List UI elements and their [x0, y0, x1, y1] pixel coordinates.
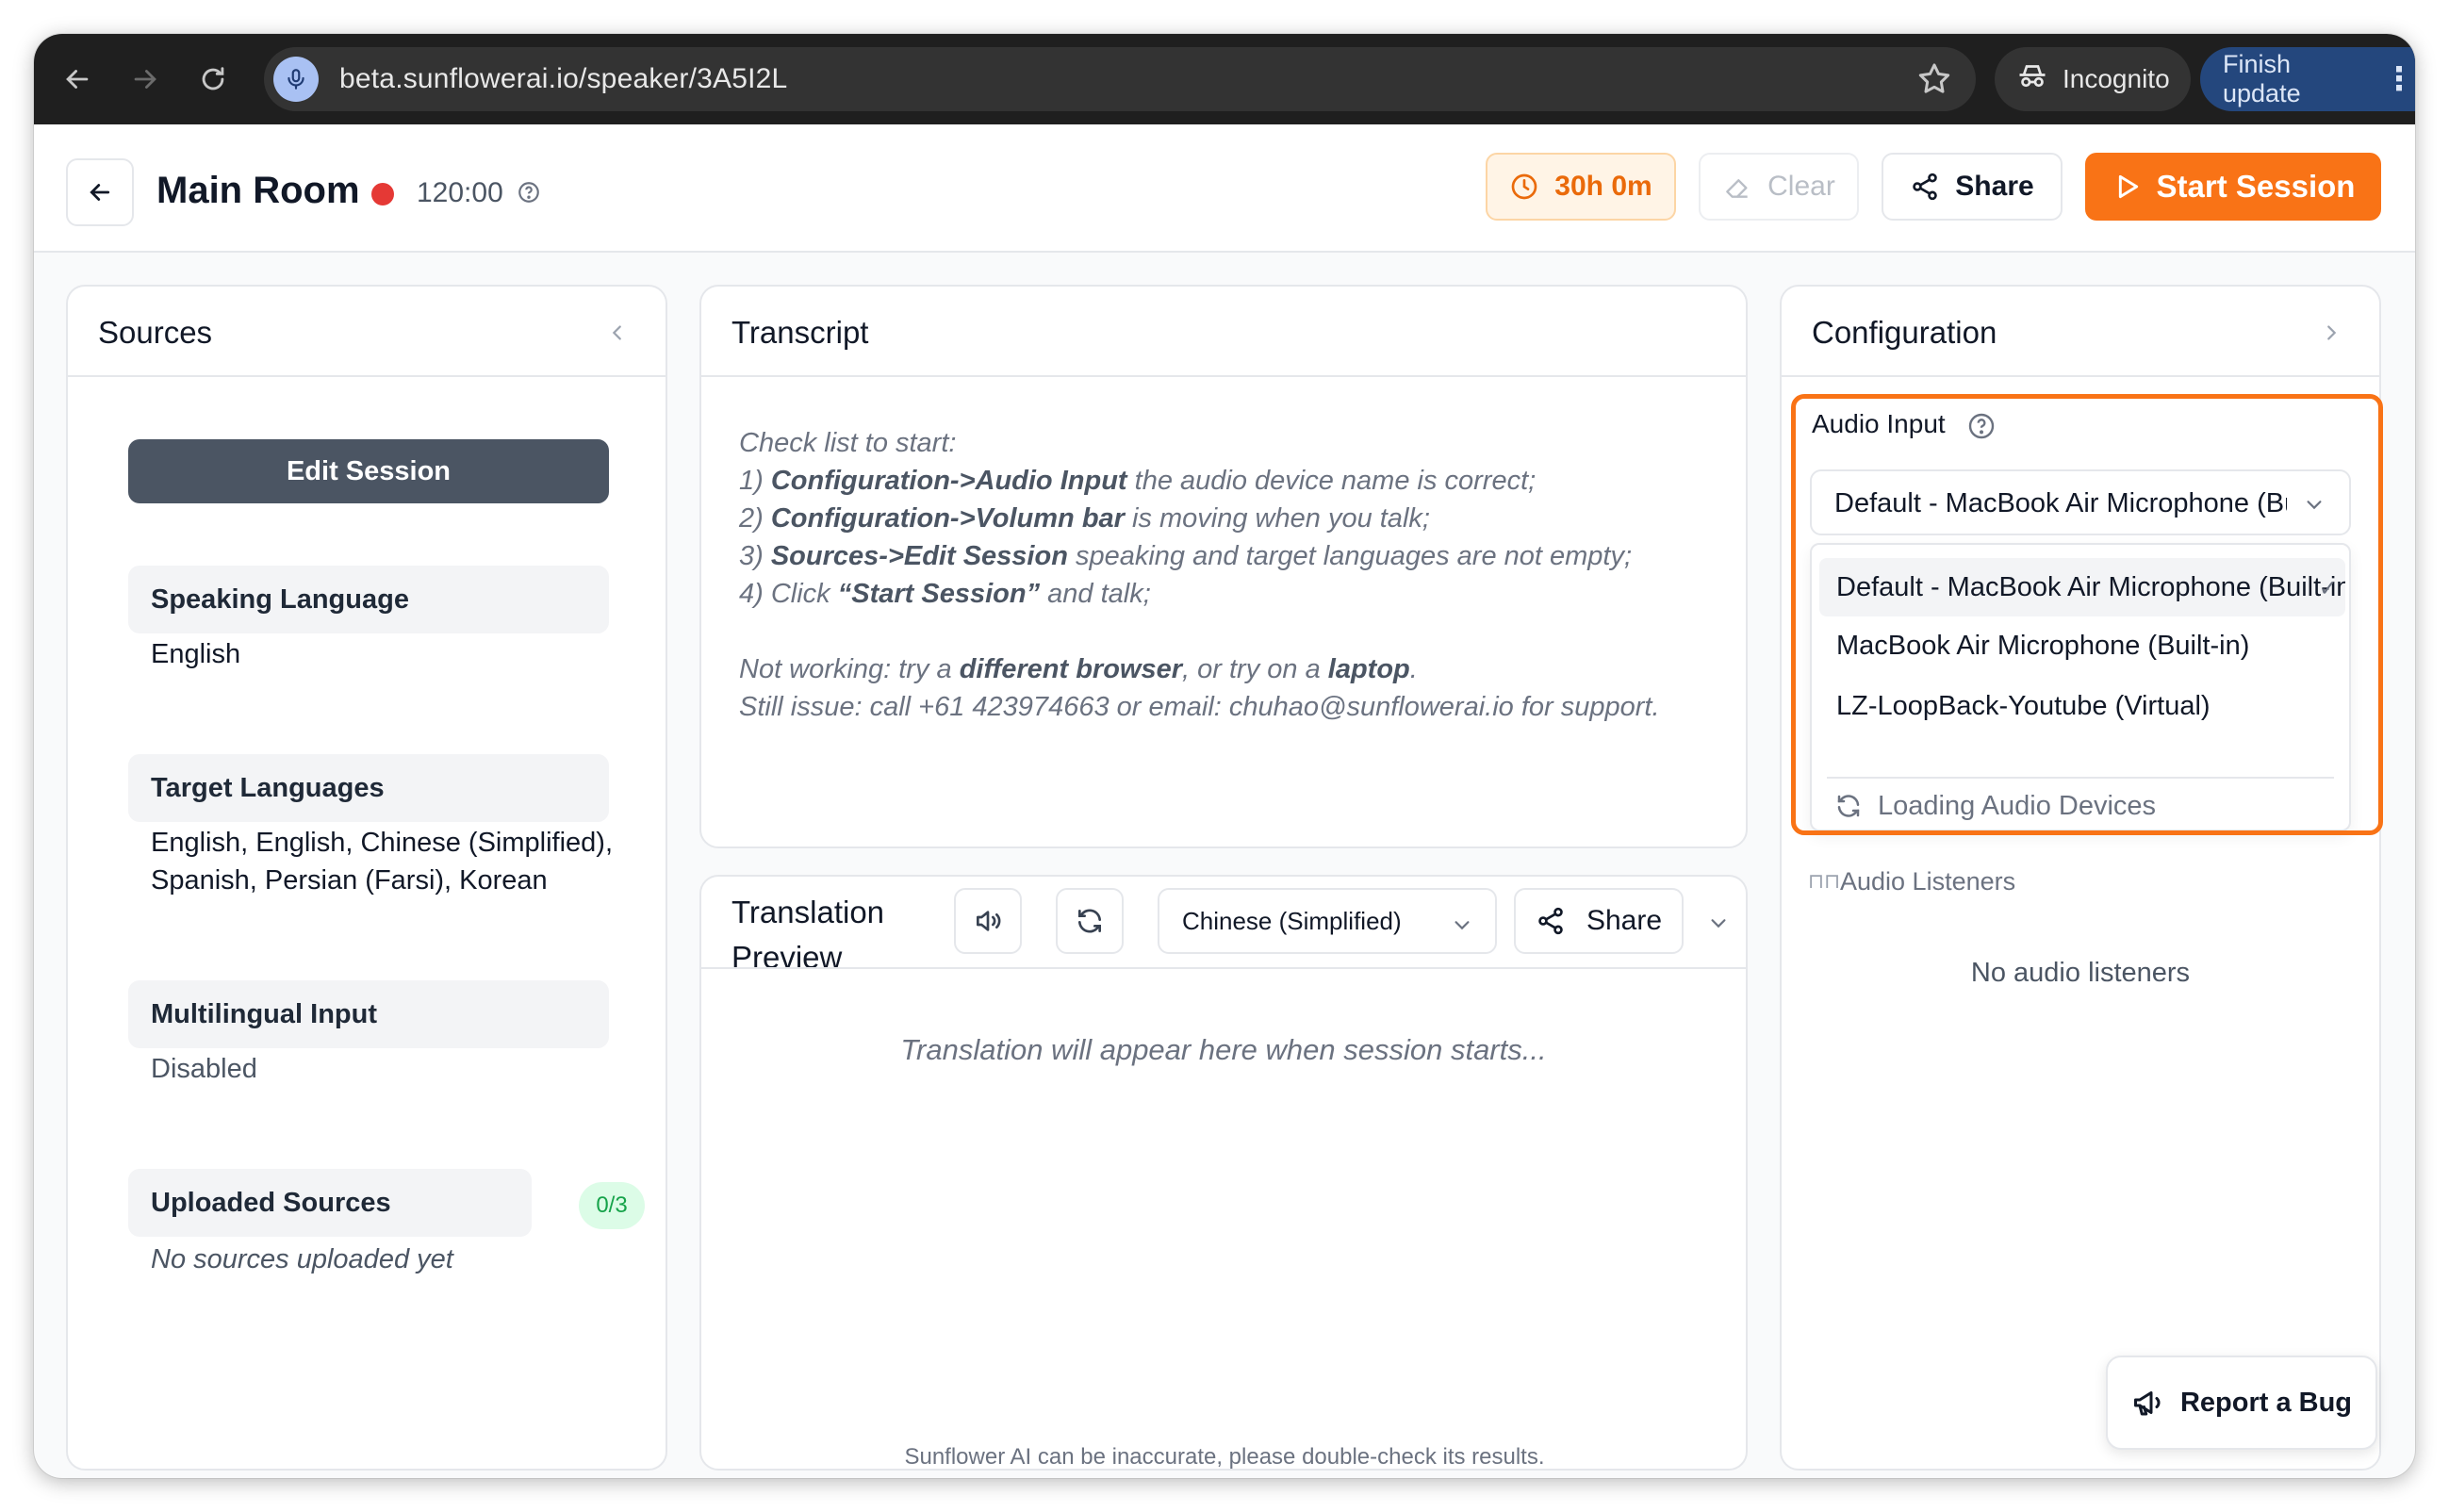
- audio-input-selected-value: Default - MacBook Air Microphone (Built-…: [1834, 488, 2287, 518]
- transcript-checklist: Check list to start: 1) Configuration->A…: [739, 424, 1660, 726]
- help-circle-icon[interactable]: [1966, 411, 1997, 441]
- address-bar[interactable]: beta.sunflowerai.io/speaker/3A5I2L: [264, 47, 1976, 111]
- help-line: Not working: try a different browser, or…: [739, 654, 1418, 684]
- chevron-down-icon: [2304, 494, 2325, 515]
- listeners-icon: ⊓⊓: [1808, 869, 1841, 893]
- uploaded-sources-heading: Uploaded Sources: [128, 1169, 532, 1237]
- sources-title: Sources: [98, 315, 213, 350]
- refresh-icon: [1078, 909, 1101, 933]
- audio-input-select[interactable]: Default - MacBook Air Microphone (Built-…: [1810, 469, 2351, 535]
- time-remaining-label: 30h 0m: [1554, 171, 1652, 202]
- share-button[interactable]: Share: [1882, 153, 2063, 221]
- translation-share-label: Share: [1586, 905, 1663, 936]
- speaker-toggle-button[interactable]: [954, 888, 1022, 954]
- refresh-button[interactable]: [1056, 888, 1124, 954]
- play-icon: [2118, 174, 2138, 199]
- sources-panel: Sources Edit Session Speaking Language E…: [66, 285, 667, 1471]
- loading-label: Loading Audio Devices: [1878, 790, 2157, 821]
- bookmark-star-icon[interactable]: [1915, 60, 1953, 98]
- report-bug-button[interactable]: Report a Bug: [2106, 1356, 2377, 1450]
- no-listeners-text: No audio listeners: [1970, 958, 2191, 988]
- speaking-language-value: English: [151, 639, 241, 669]
- checklist-step: 3) Sources->Edit Session speaking and ta…: [739, 541, 1633, 571]
- share-label: Share: [1955, 171, 2034, 202]
- finish-update-label: Finish update: [2223, 50, 2301, 107]
- clock-icon: [1511, 173, 1537, 200]
- arrow-left-icon: [90, 184, 110, 201]
- microphone-icon[interactable]: [273, 57, 319, 102]
- translation-placeholder: Translation will appear here when sessio…: [900, 1033, 1547, 1066]
- start-session-button[interactable]: Start Session: [2085, 153, 2381, 221]
- clear-button[interactable]: Clear: [1699, 153, 1859, 221]
- start-session-label: Start Session: [2156, 169, 2356, 204]
- translation-language-select[interactable]: Chinese (Simplified): [1158, 888, 1497, 954]
- check-icon: ✓: [2318, 576, 2338, 601]
- collapse-chevron-right-icon[interactable]: [2321, 322, 2342, 343]
- audio-input-label: Audio Input: [1812, 409, 1946, 438]
- finish-update-button[interactable]: Finish update ⋮: [2200, 47, 2415, 111]
- uploaded-empty-text: No sources uploaded yet: [151, 1244, 453, 1274]
- url-text[interactable]: beta.sunflowerai.io/speaker/3A5I2L: [339, 63, 787, 95]
- loading-spinner-icon: [1837, 795, 1860, 817]
- clear-label: Clear: [1767, 171, 1835, 202]
- app-header: Main Room 120:00 30h 0m Clear Share Star…: [34, 124, 2415, 253]
- target-languages-heading: Target Languages: [128, 754, 609, 822]
- forward-arrow-icon[interactable]: [123, 57, 168, 102]
- browser-window: beta.sunflowerai.io/speaker/3A5I2L Incog…: [34, 34, 2415, 1478]
- translation-language-value: Chinese (Simplified): [1182, 906, 1402, 935]
- audio-device-option[interactable]: MacBook Air Microphone (Built-in): [1819, 616, 2345, 675]
- target-languages-line: English, English, Chinese (Simplified),: [151, 828, 613, 858]
- transcript-panel: Transcript Check list to start: 1) Confi…: [699, 285, 1748, 848]
- back-button[interactable]: [66, 158, 134, 226]
- checklist-step: 2) Configuration->Volumn bar is moving w…: [739, 503, 1430, 534]
- incognito-label: Incognito: [2063, 64, 2170, 93]
- target-languages-line: Spanish, Persian (Farsi), Korean: [151, 865, 548, 896]
- checklist-step: 1) Configuration->Audio Input the audio …: [739, 466, 1537, 496]
- megaphone-icon: [2133, 1391, 2161, 1416]
- audio-device-option[interactable]: Default - MacBook Air Microphone (Built-…: [1819, 558, 2345, 616]
- eraser-icon: [1726, 179, 1748, 198]
- checklist-step: 4) Click “Start Session” and talk;: [739, 579, 1151, 609]
- speaker-icon: [977, 911, 1001, 931]
- multilingual-input-heading: Multilingual Input: [128, 980, 609, 1048]
- transcript-title: Transcript: [731, 315, 869, 350]
- loading-audio-devices: Loading Audio Devices: [1834, 786, 2156, 826]
- recording-status-dot: [371, 183, 394, 205]
- report-bug-label: Report a Bug: [2179, 1387, 2353, 1418]
- expand-chevron-down-icon[interactable]: [1708, 912, 1729, 933]
- incognito-indicator[interactable]: Incognito: [1995, 47, 2191, 111]
- page-title: Main Room: [156, 170, 360, 211]
- edit-session-button[interactable]: Edit Session: [128, 439, 609, 503]
- checklist-intro: Check list to start:: [739, 428, 957, 458]
- target-languages-value: English, English, Chinese (Simplified), …: [151, 824, 613, 899]
- back-arrow-icon[interactable]: [55, 57, 100, 102]
- sources-header: Sources: [68, 287, 666, 377]
- disclaimer-text: Sunflower AI can be inaccurate, please d…: [904, 1444, 1545, 1470]
- reload-icon[interactable]: [190, 57, 236, 102]
- audio-listeners-label: Audio Listeners: [1840, 867, 2016, 896]
- speaking-language-heading: Speaking Language: [128, 566, 609, 633]
- multilingual-input-value: Disabled: [151, 1054, 257, 1084]
- chevron-down-icon: [1452, 912, 1472, 933]
- audio-input-dropdown: Default - MacBook Air Microphone (Built-…: [1810, 543, 2351, 831]
- divider: [1827, 777, 2334, 779]
- collapse-chevron-left-icon[interactable]: [607, 322, 628, 343]
- incognito-icon: [2015, 59, 2049, 100]
- time-remaining-button[interactable]: 30h 0m: [1486, 153, 1676, 221]
- share-icon: [1538, 907, 1563, 935]
- session-timer: 120:00: [417, 177, 503, 208]
- audio-device-option[interactable]: LZ-LoopBack-Youtube (Virtual): [1819, 677, 2345, 735]
- divider: [701, 967, 1746, 969]
- uploaded-count-badge: 0/3: [579, 1182, 645, 1229]
- more-vert-icon[interactable]: ⋮: [2383, 63, 2415, 95]
- browser-toolbar: beta.sunflowerai.io/speaker/3A5I2L Incog…: [34, 34, 2415, 124]
- translation-share-button[interactable]: Share: [1514, 888, 1684, 954]
- support-line: Still issue: call +61 423974663 or email…: [739, 692, 1660, 722]
- transcript-header: Transcript: [701, 287, 1746, 377]
- configuration-header: Configuration: [1782, 287, 2379, 377]
- configuration-title: Configuration: [1812, 315, 1997, 350]
- translation-preview-panel: Translation Preview Chinese (Simplified)…: [699, 875, 1748, 1471]
- help-circle-icon[interactable]: [517, 180, 541, 205]
- share-icon: [1913, 173, 1938, 201]
